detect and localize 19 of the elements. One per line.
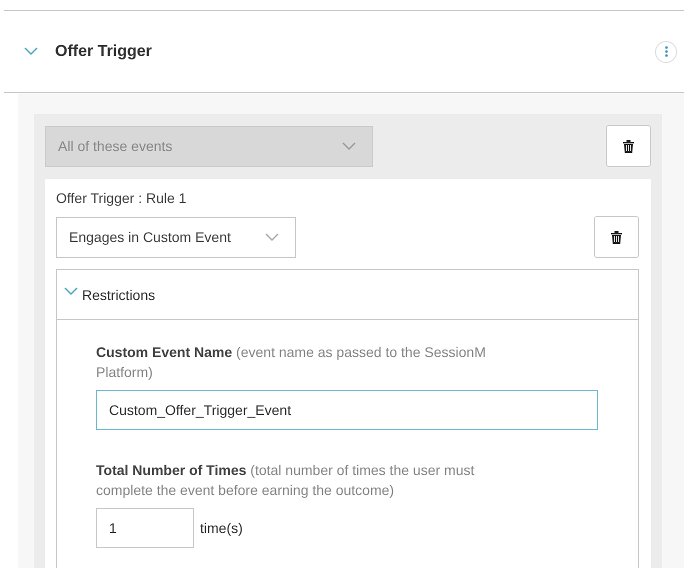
chevron-down-icon[interactable] [64, 287, 78, 296]
text-field[interactable]: Custom_Offer_Trigger_Event [96, 390, 598, 430]
text-field[interactable]: 1 [96, 508, 194, 548]
delete-button[interactable] [606, 125, 651, 167]
caret-icon [265, 232, 279, 242]
field-label: Custom Event Name (event name as passed to the SessionM Platform) [96, 343, 487, 382]
trash-icon [623, 140, 634, 152]
caret-icon [342, 142, 356, 150]
delete-button[interactable] [594, 216, 639, 258]
trash-icon [611, 230, 622, 244]
chevron-down-icon[interactable] [24, 47, 38, 56]
more-options-button[interactable] [655, 40, 677, 62]
unit-label: time(s) [200, 520, 243, 536]
more-options-icon [664, 46, 668, 57]
rule-label: Offer Trigger : Rule 1 [56, 190, 188, 206]
select-dropdown[interactable]: Engages in Custom Event [56, 216, 296, 258]
field-label: Total Number of Times (total number of times the user must complete the event before earning the outcome) [96, 461, 476, 500]
section-title: Offer Trigger [55, 42, 153, 60]
restrictions-title[interactable]: Restrictions [82, 286, 156, 302]
